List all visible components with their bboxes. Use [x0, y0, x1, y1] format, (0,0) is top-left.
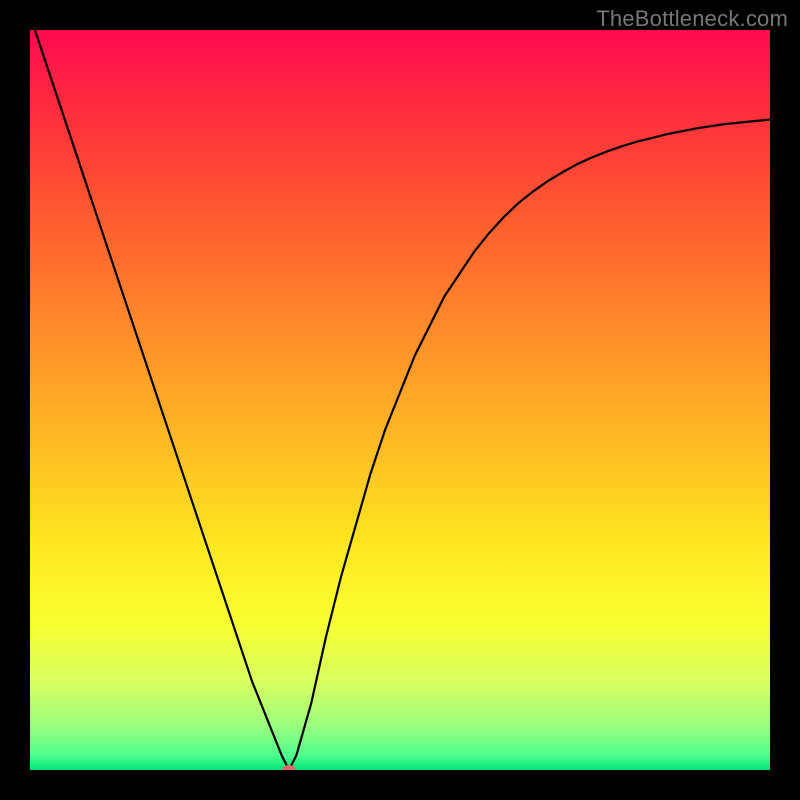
- attribution-label: TheBottleneck.com: [596, 6, 788, 32]
- chart-frame: TheBottleneck.com: [0, 0, 800, 800]
- chart-svg: [30, 30, 770, 770]
- plot-area: [30, 30, 770, 770]
- gradient-background: [30, 30, 770, 770]
